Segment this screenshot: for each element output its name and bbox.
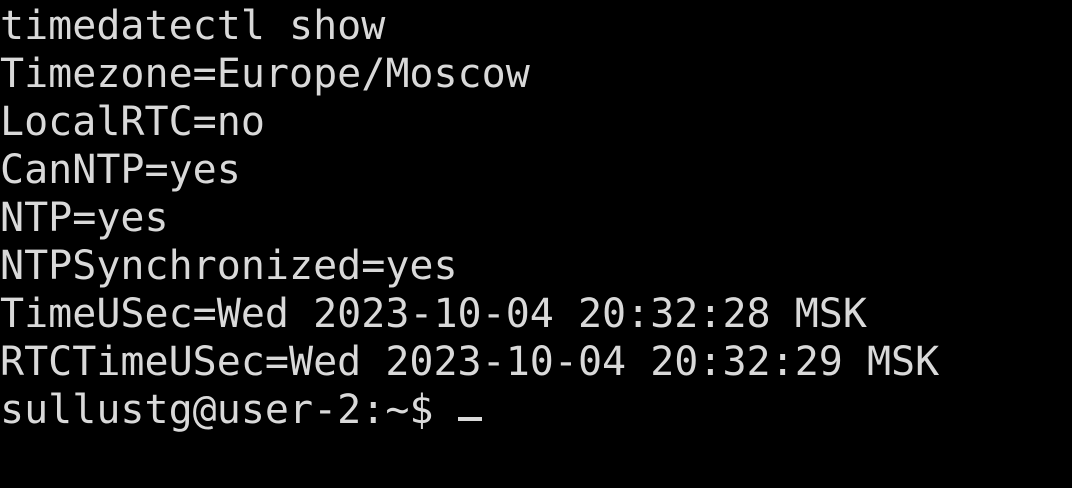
output-line-rtctimeusec: RTCTimeUSec=Wed 2023-10-04 20:32:29 MSK [0,339,940,385]
text-cursor [457,417,482,421]
shell-prompt: sullustg@user-2:~$ [0,387,458,433]
terminal-window[interactable]: timedatectl show Timezone=Europe/Moscow … [0,0,1072,488]
command-line: timedatectl show [0,3,386,49]
output-line-localrtc: LocalRTC=no [0,99,265,145]
output-line-canntp: CanNTP=yes [0,147,241,193]
output-line-timezone: Timezone=Europe/Moscow [0,51,530,97]
output-line-ntp: NTP=yes [0,195,169,241]
output-line-timeusec: TimeUSec=Wed 2023-10-04 20:32:28 MSK [0,291,867,337]
prompt-line[interactable]: sullustg@user-2:~$ [0,386,1072,434]
output-line-ntpsynchronized: NTPSynchronized=yes [0,243,458,289]
